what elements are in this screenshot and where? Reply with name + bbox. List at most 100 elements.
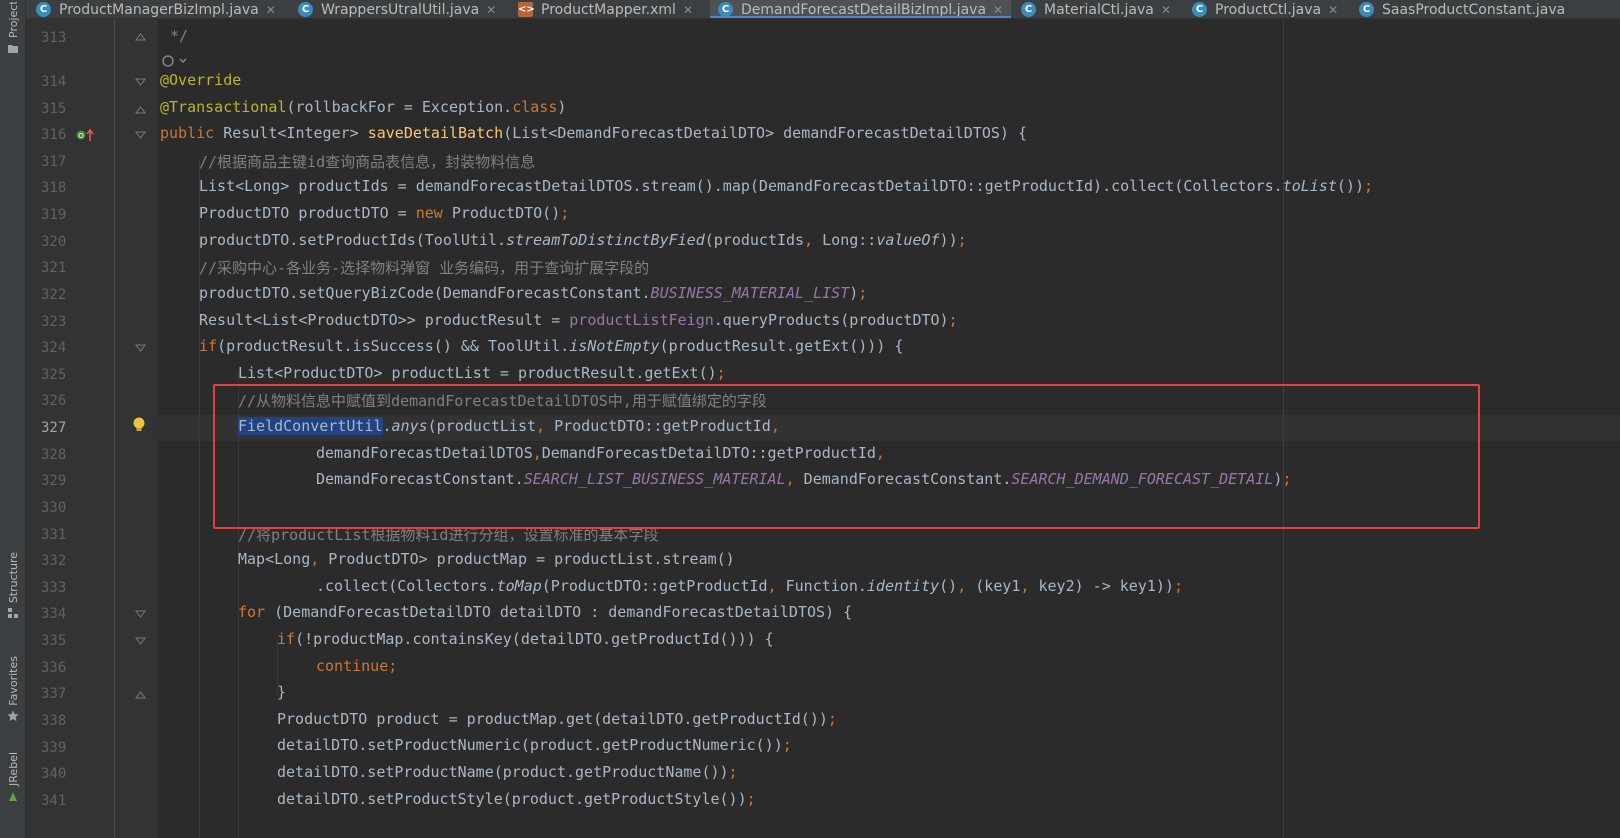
tab-productctl[interactable]: C ProductCtl.java ✕ bbox=[1192, 0, 1338, 18]
code-line-324: if(productResult.isSuccess() && ToolUtil… bbox=[199, 337, 904, 355]
line-number: 336 bbox=[41, 660, 67, 676]
structure-tool-label: Structure bbox=[6, 552, 20, 604]
java-class-icon: C bbox=[718, 2, 733, 17]
jrebel-tool-button[interactable]: JRebel bbox=[4, 752, 22, 802]
line-number: 340 bbox=[41, 766, 67, 782]
structure-tool-button[interactable]: Structure bbox=[4, 552, 22, 619]
java-class-icon: C bbox=[1192, 2, 1207, 17]
line-number: 320 bbox=[41, 234, 67, 250]
line-number: 333 bbox=[41, 580, 67, 596]
tab-label: WrappersUtralUtil.java bbox=[321, 1, 480, 18]
line-number: 326 bbox=[41, 393, 67, 409]
line-number: 331 bbox=[41, 527, 67, 543]
lightbulb-icon[interactable] bbox=[132, 416, 146, 434]
code-line-316: public Result<Integer> saveDetailBatch(L… bbox=[160, 124, 1027, 142]
close-icon[interactable]: ✕ bbox=[683, 3, 693, 17]
code-line-336: continue; bbox=[316, 657, 398, 675]
code-line-321: //采购中心-各业务-选择物料弹窗 业务编码，用于查询扩展字段的 bbox=[199, 259, 650, 277]
tab-label: MaterialCtl.java bbox=[1044, 1, 1154, 18]
code-line-335: if(!productMap.containsKey(detailDTO.get… bbox=[277, 630, 774, 648]
java-class-icon: C bbox=[1021, 2, 1036, 17]
close-icon[interactable]: ✕ bbox=[486, 3, 496, 17]
fold-marker-icon[interactable] bbox=[135, 689, 146, 700]
line-number: 335 bbox=[41, 633, 67, 649]
annotation-highlight-box bbox=[213, 384, 1480, 529]
code-line-319: ProductDTO productDTO = new ProductDTO()… bbox=[199, 204, 570, 222]
line-number: 328 bbox=[41, 447, 67, 463]
tab-productmanagerbizimpl[interactable]: C ProductManagerBizImpl.java ✕ bbox=[36, 0, 276, 18]
close-icon[interactable]: ✕ bbox=[1328, 3, 1338, 17]
close-icon[interactable]: ✕ bbox=[993, 3, 1003, 17]
code-line-313: */ bbox=[170, 27, 189, 45]
tab-label: ProductCtl.java bbox=[1215, 1, 1322, 18]
tab-materialctl[interactable]: C MaterialCtl.java ✕ bbox=[1021, 0, 1171, 18]
fold-marker-icon[interactable] bbox=[135, 31, 146, 42]
code-line-340: detailDTO.setProductName(product.getProd… bbox=[277, 763, 738, 781]
line-number: 314 bbox=[41, 74, 67, 90]
editor-tab-bar: C ProductManagerBizImpl.java ✕ C Wrapper… bbox=[26, 0, 1620, 19]
jrebel-icon bbox=[9, 791, 17, 801]
favorites-tool-button[interactable]: Favorites bbox=[4, 656, 22, 722]
code-line-315: @Transactional(rollbackFor = Exception.c… bbox=[160, 98, 567, 116]
author-hint-icon[interactable] bbox=[161, 54, 191, 68]
java-class-icon: C bbox=[1359, 2, 1374, 17]
project-tool-label: Project bbox=[6, 2, 20, 38]
line-number: 315 bbox=[41, 101, 67, 117]
folder-icon bbox=[8, 45, 18, 53]
fold-marker-icon[interactable] bbox=[135, 636, 146, 647]
favorites-tool-label: Favorites bbox=[6, 656, 20, 706]
line-number: 334 bbox=[41, 606, 67, 622]
line-number-current: 327 bbox=[41, 420, 67, 436]
code-line-337: } bbox=[277, 683, 287, 701]
line-number: 323 bbox=[41, 314, 67, 330]
code-line-333: .collect(Collectors.toMap(ProductDTO::ge… bbox=[316, 577, 1183, 595]
line-number: 324 bbox=[41, 340, 67, 356]
override-gutter-icon[interactable]: O bbox=[76, 127, 96, 143]
code-line-332: Map<Long, ProductDTO> productMap = produ… bbox=[238, 550, 735, 568]
fold-marker-icon[interactable] bbox=[135, 609, 146, 620]
code-line-334: for (DemandForecastDetailDTO detailDTO :… bbox=[238, 603, 853, 621]
tab-label: DemandForecastDetailBizImpl.java bbox=[741, 1, 987, 18]
line-number: 341 bbox=[41, 793, 67, 809]
code-line-317: //根据商品主键id查询商品表信息，封装物料信息 bbox=[199, 153, 536, 171]
fold-marker-icon[interactable] bbox=[135, 104, 146, 115]
tool-window-strip: Project Structure Favorites JRebel bbox=[0, 0, 26, 838]
java-class-icon: C bbox=[298, 2, 313, 17]
fold-marker-icon[interactable] bbox=[135, 77, 146, 88]
code-line-339: detailDTO.setProductNumeric(product.getP… bbox=[277, 736, 792, 754]
line-number: 325 bbox=[41, 367, 67, 383]
close-icon[interactable]: ✕ bbox=[1161, 3, 1171, 17]
code-line-338: ProductDTO product = productMap.get(deta… bbox=[277, 710, 837, 728]
line-number: 337 bbox=[41, 686, 67, 702]
tab-label: ProductMapper.xml bbox=[541, 1, 676, 18]
close-icon[interactable]: ✕ bbox=[266, 3, 276, 17]
fold-marker-icon[interactable] bbox=[135, 343, 146, 354]
star-icon bbox=[7, 710, 19, 721]
line-number: 318 bbox=[41, 180, 67, 196]
code-line-341: detailDTO.setProductStyle(product.getPro… bbox=[277, 790, 756, 808]
code-line-314: @Override bbox=[160, 71, 242, 89]
tab-wrappersutralutil[interactable]: C WrappersUtralUtil.java ✕ bbox=[298, 0, 496, 18]
svg-text:O: O bbox=[78, 132, 84, 140]
xml-file-icon: <> bbox=[518, 2, 535, 17]
line-number: 313 bbox=[41, 30, 67, 46]
tab-productmapper-xml[interactable]: <> ProductMapper.xml ✕ bbox=[518, 0, 693, 18]
code-line-322: productDTO.setQueryBizCode(DemandForecas… bbox=[199, 284, 868, 302]
code-line-323: Result<List<ProductDTO>> productResult =… bbox=[199, 311, 958, 329]
gutter-divider bbox=[114, 19, 115, 838]
java-class-icon: C bbox=[36, 2, 51, 17]
line-number: 322 bbox=[41, 287, 67, 303]
line-number: 319 bbox=[41, 207, 67, 223]
line-number: 332 bbox=[41, 553, 67, 569]
code-line-318: List<Long> productIds = demandForecastDe… bbox=[199, 177, 1374, 195]
tab-demandforecastdetailbizimpl[interactable]: C DemandForecastDetailBizImpl.java ✕ bbox=[710, 0, 1012, 18]
line-number: 339 bbox=[41, 740, 67, 756]
line-number: 321 bbox=[41, 260, 67, 276]
editor-gutter: 313 314 315 316 317 318 319 320 321 322 … bbox=[26, 19, 158, 838]
tab-saasproductconstant[interactable]: C SaasProductConstant.java bbox=[1359, 0, 1565, 18]
project-tool-button[interactable]: Project bbox=[4, 2, 22, 54]
line-number: 338 bbox=[41, 713, 67, 729]
line-number: 330 bbox=[41, 500, 67, 516]
fold-marker-icon[interactable] bbox=[135, 130, 146, 141]
code-line-320: productDTO.setProductIds(ToolUtil.stream… bbox=[199, 231, 967, 249]
